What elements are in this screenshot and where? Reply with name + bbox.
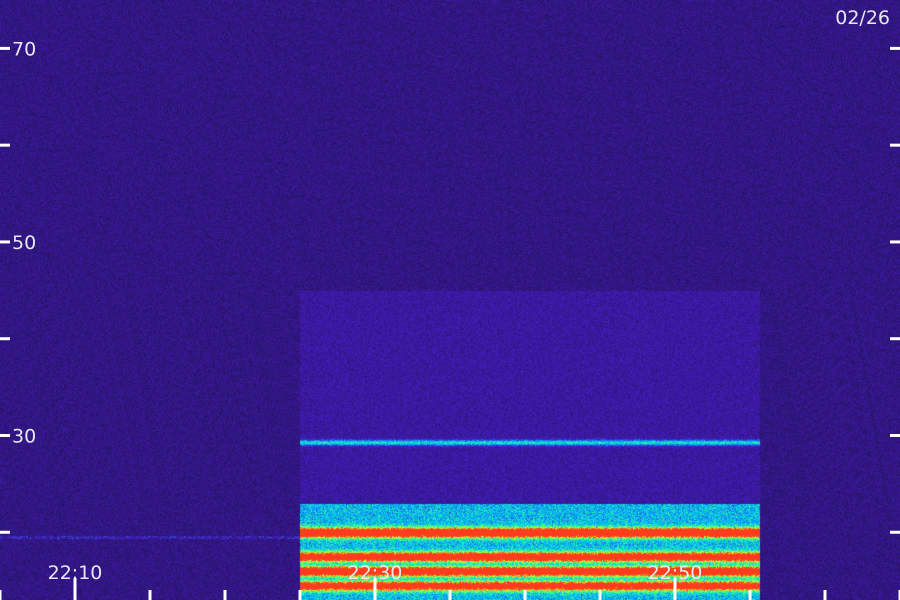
x-tick-label: 22:50	[648, 562, 703, 584]
y-tick-label: 30	[12, 425, 36, 447]
y-tick-label: 70	[12, 38, 36, 60]
x-tick-label: 22:10	[48, 562, 103, 584]
y-axis-left: 70 50 30	[0, 38, 36, 534]
y-axis-right	[890, 46, 900, 534]
x-axis: 22:10 22:30 22:50	[0, 562, 900, 600]
y-tick-label: 50	[12, 232, 36, 254]
chart-overlay: 70 50 30 22:10 22:30 22:50 02/26	[0, 7, 900, 600]
date-label: 02/26	[835, 7, 890, 29]
x-tick-label: 22:30	[348, 562, 403, 584]
